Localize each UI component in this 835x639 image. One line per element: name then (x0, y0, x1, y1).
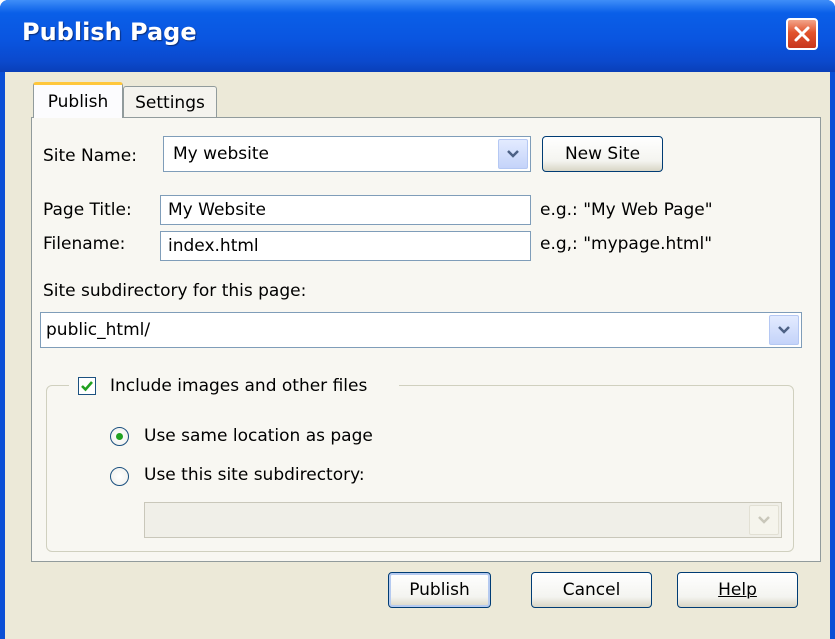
close-x-icon (794, 26, 810, 42)
checkmark-icon (81, 381, 93, 392)
filename-label: Filename: (43, 234, 126, 254)
tab-publish[interactable]: Publish (33, 82, 123, 118)
radio-selected-dot (116, 433, 123, 440)
same-location-radio[interactable] (110, 427, 129, 446)
page-title-value: My Website (168, 200, 266, 220)
publish-button[interactable]: Publish (388, 572, 491, 608)
site-name-label: Site Name: (43, 146, 137, 166)
site-subdirectory-radio[interactable] (110, 467, 129, 486)
filename-value: index.html (168, 236, 259, 256)
cancel-button[interactable]: Cancel (531, 572, 652, 608)
include-files-label: Include images and other files (110, 376, 368, 396)
chevron-down-icon (758, 516, 770, 524)
chevron-down-icon (778, 326, 790, 334)
close-button[interactable] (786, 18, 818, 50)
subdirectory-dropdown-button[interactable] (769, 315, 799, 345)
subdirectory-select[interactable]: public_html/ (40, 312, 802, 348)
subdirectory-label: Site subdirectory for this page: (43, 281, 307, 301)
same-location-label: Use same location as page (144, 426, 373, 446)
page-title-field[interactable]: My Website (160, 195, 531, 225)
tab-settings[interactable]: Settings (123, 86, 217, 118)
filename-hint: e.g,: "mypage.html" (540, 234, 713, 254)
tab-publish-label: Publish (47, 91, 109, 112)
subdirectory-value: public_html/ (46, 320, 151, 340)
help-button[interactable]: Help (677, 572, 798, 608)
images-subdirectory-dropdown-button[interactable] (749, 505, 779, 535)
page-title-hint: e.g.: "My Web Page" (540, 200, 713, 220)
images-subdirectory-select[interactable] (144, 502, 782, 538)
include-files-checkbox[interactable] (78, 377, 96, 395)
dialog-body: Settings Publish Site Name: My website N… (5, 72, 830, 639)
filename-field[interactable]: index.html (160, 231, 531, 261)
site-name-value: My website (173, 144, 269, 164)
tab-settings-label: Settings (135, 92, 205, 113)
new-site-button[interactable]: New Site (542, 136, 663, 172)
site-name-select[interactable]: My website (163, 136, 531, 172)
window-title: Publish Page (22, 18, 197, 46)
chevron-down-icon (507, 150, 519, 158)
site-subdirectory-option-label: Use this site subdirectory: (144, 465, 365, 485)
publish-page-dialog: Publish Page Settings Publish Site Name:… (0, 0, 835, 639)
title-bar[interactable]: Publish Page (0, 0, 835, 72)
page-title-label: Page Title: (43, 200, 132, 220)
site-name-dropdown-button[interactable] (498, 139, 528, 169)
